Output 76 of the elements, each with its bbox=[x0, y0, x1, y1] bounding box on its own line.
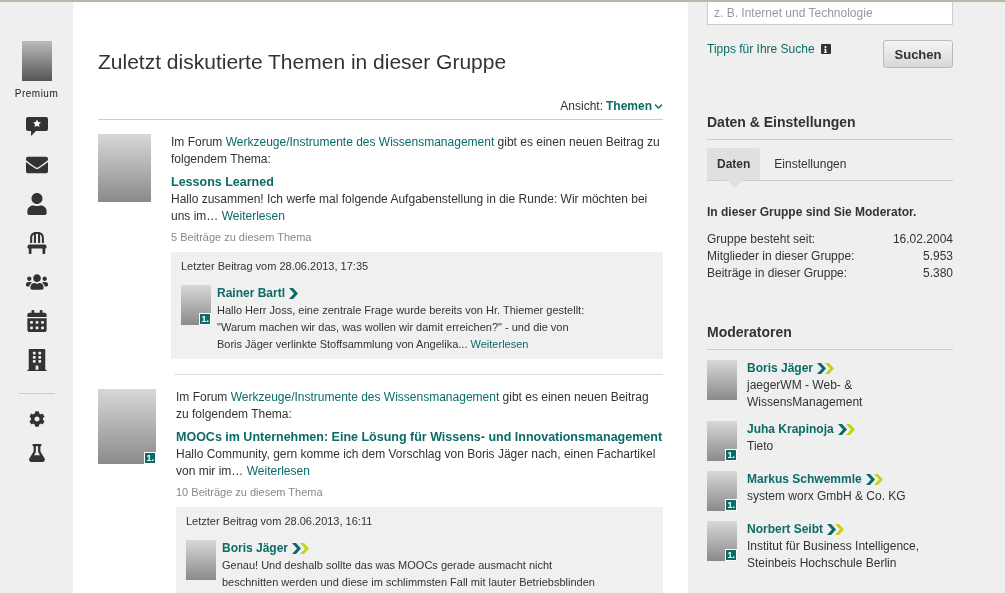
forum-link[interactable]: Werkzeuge/Instrumente des Wissensmanagement bbox=[225, 135, 495, 149]
read-more-link[interactable]: Weiterlesen bbox=[470, 338, 529, 350]
last-post-date: Letzter Beitrag vom 28.06.2013, 17:35 bbox=[181, 259, 370, 274]
search-field[interactable]: z. B. Internet und Technologie bbox=[707, 2, 953, 25]
moderator-note: In dieser Gruppe sind Sie Moderator. bbox=[707, 205, 918, 219]
search-tips-link[interactable]: Tipps für Ihre Suche bbox=[707, 42, 815, 56]
photo-placeholder bbox=[186, 540, 216, 580]
chevron-icon bbox=[837, 424, 856, 435]
stat-value: 16.02.2004 bbox=[892, 231, 953, 248]
comment-star-icon[interactable] bbox=[25, 117, 48, 137]
moderator-company: Tieto bbox=[747, 438, 775, 455]
rank-badge: 1. bbox=[144, 452, 156, 464]
photo-placeholder bbox=[707, 421, 737, 461]
forum-link[interactable]: Werkzeuge/Instrumente des Wissensmanagement bbox=[230, 390, 500, 404]
post-excerpt: Hallo zusammen! Ich werfe mal folgende Aufgabenstellung in die Runde: Wir möchten bei uns im… Weiterlesen bbox=[171, 191, 649, 225]
last-post-text: Hallo Herr Joss, eine zentrale Frage wurde bereits von Hr. Thiemer gestellt: "Warum machen wir das, was wollen wir damit erreichen?" - und die von Boris Jäger verlinkte Stoffsammlung von Angelika... Weiterlesen bbox=[217, 303, 586, 352]
photo-placeholder bbox=[98, 134, 151, 202]
tab-pointer-icon bbox=[727, 180, 743, 188]
chevron-icon bbox=[289, 288, 300, 299]
rank-badge: 1. bbox=[725, 449, 737, 461]
photo-placeholder bbox=[707, 360, 737, 400]
photo-placeholder bbox=[707, 521, 737, 561]
rank-badge: 1. bbox=[725, 549, 737, 561]
moderator-company: system worx GmbH & Co. KG bbox=[747, 488, 907, 505]
stat-label: Mitglieder in dieser Gruppe: bbox=[707, 248, 855, 265]
author-link[interactable]: Boris Jäger bbox=[222, 540, 289, 557]
read-more-link[interactable]: Weiterlesen bbox=[246, 464, 310, 478]
search-button[interactable]: Suchen bbox=[883, 40, 953, 68]
section-heading: Moderatoren bbox=[707, 324, 953, 350]
topic-link[interactable]: MOOCs im Unternehmen: Eine Lösung für Wissens- und Innovationsmanagement bbox=[176, 429, 663, 446]
photo-placeholder bbox=[707, 471, 737, 511]
rank-badge: 1. bbox=[199, 313, 211, 325]
chevron-icon bbox=[292, 543, 311, 554]
info-icon[interactable] bbox=[820, 44, 831, 54]
stat-label: Beiträge in dieser Gruppe: bbox=[707, 265, 848, 282]
author-link[interactable]: Rainer Bartl bbox=[217, 285, 286, 302]
last-post-text: Genau! Und deshalb sollte das was MOOCs gerade ausmacht nicht beschnitten werden und diese im schlimmsten Fall mit lauter Betriebsblinden bbox=[222, 558, 596, 590]
post-intro: Im Forum Werkzeuge/Instrumente des Wissensmanagement gibt es einen neuen Beitrag zu folgendem Thema: bbox=[171, 134, 661, 168]
group-icon[interactable] bbox=[25, 271, 48, 293]
chair-icon[interactable] bbox=[25, 232, 48, 254]
topic-link[interactable]: Lessons Learned bbox=[171, 174, 663, 191]
premium-label: Premium bbox=[14, 88, 59, 99]
buildings-icon[interactable] bbox=[25, 349, 48, 371]
stat-value: 5.380 bbox=[922, 265, 953, 282]
post-count: 5 Beiträge zu diesem Thema bbox=[171, 230, 313, 245]
chevron-icon bbox=[827, 524, 845, 535]
moderator-company: jaegerWM - Web- & WissensManagement bbox=[747, 377, 864, 411]
tab[interactable]: Daten bbox=[707, 148, 761, 180]
post-excerpt: Hallo Community, gern komme ich dem Vorschlag von Boris Jäger nach, einen Fachartikel von mir im… Weiterlesen bbox=[176, 446, 657, 480]
chevron-icon bbox=[865, 474, 884, 485]
moderator-link[interactable]: Markus Schwemmle bbox=[747, 471, 862, 488]
view-label: Ansicht: bbox=[560, 99, 603, 113]
photo-placeholder bbox=[181, 285, 211, 325]
mail-icon[interactable] bbox=[25, 154, 48, 176]
read-more-link[interactable]: Weiterlesen bbox=[221, 209, 285, 223]
stat-value: 5.953 bbox=[922, 248, 953, 265]
user-icon[interactable] bbox=[25, 193, 48, 215]
calendar-icon[interactable] bbox=[25, 310, 48, 332]
chevron-icon bbox=[817, 363, 836, 374]
stat-label: Gruppe besteht seit: bbox=[707, 231, 816, 248]
page-title: Zuletzt diskutierte Themen in dieser Gruppe bbox=[98, 50, 508, 74]
post-count: 10 Beiträge zu diesem Thema bbox=[176, 485, 324, 500]
post-intro: Im Forum Werkzeuge/Instrumente des Wissensmanagement gibt es einen neuen Beitrag zu folgendem Thema: bbox=[176, 389, 650, 423]
section-heading: Daten & Einstellungen bbox=[707, 114, 953, 140]
flask-icon[interactable] bbox=[27, 444, 46, 462]
moderator-company: Institut für Business Intelligence, Steinbeis Hochschule Berlin bbox=[747, 538, 921, 572]
rank-badge: 1. bbox=[725, 499, 737, 511]
moderator-link[interactable]: Norbert Seibt bbox=[747, 521, 823, 538]
view-dropdown[interactable]: Themen bbox=[606, 99, 663, 113]
settings-icon[interactable] bbox=[28, 411, 45, 427]
moderator-link[interactable]: Juha Krapinoja bbox=[747, 421, 834, 438]
caret-icon bbox=[654, 101, 663, 111]
tab[interactable]: Einstellungen bbox=[764, 148, 857, 180]
moderator-link[interactable]: Boris Jäger bbox=[747, 360, 814, 377]
profile-photo-placeholder[interactable] bbox=[21, 41, 52, 81]
last-post-date: Letzter Beitrag vom 28.06.2013, 16:11 bbox=[186, 514, 374, 529]
